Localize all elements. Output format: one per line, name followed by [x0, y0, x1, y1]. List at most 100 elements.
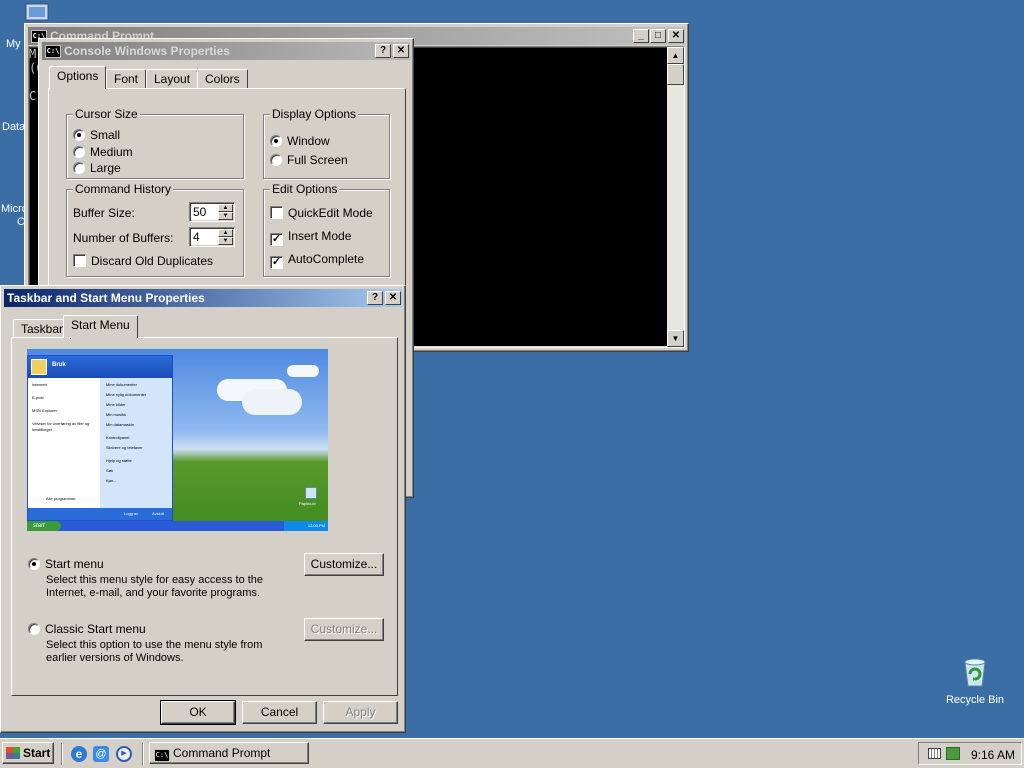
num-buffers-label: Number of Buffers:: [73, 231, 174, 245]
classic-customize-button[interactable]: Customize...: [304, 618, 384, 641]
radio-label: Start menu: [45, 557, 104, 571]
spinner-value[interactable]: 4: [193, 230, 200, 244]
radio-window[interactable]: Window: [270, 134, 330, 148]
console-properties-titlebar[interactable]: C:\ Console Windows Properties ? ✕: [42, 42, 410, 60]
radio-start-menu[interactable]: Start menu: [28, 557, 104, 571]
preview-left-column: Internett E-post MSN Explorer Veiviser f…: [32, 382, 96, 433]
taskbar-properties-dialog[interactable]: Taskbar and Start Menu Properties ? ✕ Ta…: [0, 285, 406, 733]
spin-up-icon[interactable]: ▲: [218, 229, 233, 237]
help-button[interactable]: ?: [367, 291, 383, 305]
insert-mode-checkbox[interactable]: ✓ Insert Mode: [270, 229, 351, 246]
radio-full-screen[interactable]: Full Screen: [270, 153, 348, 167]
help-button[interactable]: ?: [375, 44, 391, 58]
radio-button[interactable]: [270, 135, 282, 147]
customize-button[interactable]: Customize...: [304, 553, 384, 576]
preview-tray: 12:00 PM: [284, 521, 328, 531]
close-button[interactable]: ✕: [393, 44, 409, 58]
radio-medium[interactable]: Medium: [73, 145, 133, 159]
preview-item: Kontrollpanel: [106, 435, 130, 440]
checkbox[interactable]: ✓: [270, 233, 283, 246]
cloud-shape: [242, 389, 302, 415]
tab-layout[interactable]: Layout: [146, 69, 199, 89]
checkbox[interactable]: ✓: [270, 256, 283, 269]
description-line: Select this option to use the menu style…: [46, 639, 263, 651]
checkbox-label: Insert Mode: [288, 229, 352, 243]
scroll-down-button[interactable]: ▼: [667, 330, 684, 347]
close-button[interactable]: ✕: [668, 29, 684, 43]
radio-button[interactable]: [28, 623, 40, 635]
start-button[interactable]: Start: [2, 742, 54, 764]
dialog-title: Taskbar and Start Menu Properties: [7, 291, 205, 305]
desktop-icon-recycle-bin[interactable]: Recycle Bin: [942, 656, 1008, 708]
cmd-icon: C:\: [154, 749, 170, 762]
radio-classic-start-menu[interactable]: Classic Start menu: [28, 622, 146, 636]
description-line: earlier versions of Windows.: [46, 652, 184, 664]
preview-item: Min datamaskin: [106, 422, 135, 427]
spinner-value[interactable]: 50: [193, 205, 206, 219]
radio-label: Large: [90, 161, 121, 175]
preview-start-label: start: [33, 523, 45, 529]
discard-duplicates-checkbox[interactable]: Discard Old Duplicates: [73, 254, 213, 268]
keyboard-icon[interactable]: [928, 748, 941, 759]
minimize-button[interactable]: _: [633, 29, 649, 43]
autocomplete-checkbox[interactable]: ✓ AutoComplete: [270, 252, 364, 269]
preview-shutdown: Avslutt: [152, 511, 164, 516]
radio-button[interactable]: [270, 154, 282, 166]
scroll-thumb[interactable]: [667, 64, 684, 85]
preview-item: Kjør...: [106, 478, 117, 483]
tab-options[interactable]: Options: [49, 66, 107, 89]
ie-icon[interactable]: e: [71, 746, 87, 762]
cloud-shape: [287, 365, 319, 377]
task-command-prompt[interactable]: C:\ Command Prompt: [149, 742, 309, 764]
apply-button[interactable]: Apply: [323, 701, 398, 724]
system-tray: 9:16 AM: [918, 742, 1022, 765]
radio-button[interactable]: [28, 558, 40, 570]
scroll-up-button[interactable]: ▲: [667, 47, 684, 64]
preview-logoff: Logg av: [124, 511, 139, 516]
desktop-icon-my-computer[interactable]: [22, 2, 54, 24]
dialog-title: Console Windows Properties: [64, 44, 230, 58]
network-icon[interactable]: [946, 747, 960, 760]
radio-large[interactable]: Large: [73, 161, 121, 175]
close-button[interactable]: ✕: [385, 291, 401, 305]
group-label: Display Options: [270, 107, 359, 121]
buffer-size-label: Buffer Size:: [73, 206, 135, 220]
tab-colors[interactable]: Colors: [197, 69, 248, 89]
checkbox[interactable]: [270, 206, 283, 219]
spin-up-icon[interactable]: ▲: [218, 204, 233, 212]
radio-button[interactable]: [73, 146, 85, 158]
preview-item: Hjelp og støtte: [106, 458, 132, 463]
preview-right-column: Mine dokumenter Mine nylig dokumenter Mi…: [100, 378, 172, 520]
num-buffers-spinner[interactable]: 4 ▲ ▼: [189, 227, 235, 247]
maximize-button[interactable]: □: [650, 29, 666, 43]
start-label: Start: [23, 746, 51, 760]
checkbox[interactable]: [73, 254, 86, 267]
user-avatar: [31, 359, 47, 375]
preview-start-button: start: [27, 521, 61, 531]
quick-launch-separator: [61, 743, 63, 765]
checkbox-label: Discard Old Duplicates: [91, 254, 214, 268]
preview-item: MSN Explorer: [32, 408, 57, 413]
radio-label: Window: [287, 134, 330, 148]
windows-logo-icon: [6, 747, 20, 759]
group-label: Command History: [73, 182, 174, 196]
spin-down-icon[interactable]: ▼: [218, 212, 233, 220]
tab-font[interactable]: Font: [106, 69, 147, 89]
ok-button[interactable]: OK: [160, 700, 236, 725]
media-player-icon[interactable]: ▶: [116, 746, 132, 762]
buffer-size-spinner[interactable]: 50 ▲ ▼: [189, 202, 235, 222]
vertical-scrollbar[interactable]: ▲ ▼: [667, 47, 684, 347]
recycle-bin-icon: [964, 658, 986, 687]
quickedit-checkbox[interactable]: QuickEdit Mode: [270, 206, 373, 220]
radio-button[interactable]: [73, 129, 85, 141]
cancel-button[interactable]: Cancel: [242, 701, 317, 724]
clock[interactable]: 9:16 AM: [971, 748, 1015, 762]
radio-button[interactable]: [73, 162, 85, 174]
start-menu-tab-panel: Papirkurv Bruk Internett E-post MSN Expl…: [11, 337, 398, 696]
tab-start-menu[interactable]: Start Menu: [63, 315, 138, 338]
spin-down-icon[interactable]: ▼: [218, 237, 233, 245]
radio-small[interactable]: Small: [73, 128, 120, 142]
taskbar-properties-titlebar[interactable]: Taskbar and Start Menu Properties ? ✕: [4, 289, 402, 307]
radio-label: Full Screen: [287, 153, 348, 167]
outlook-express-icon[interactable]: @: [93, 746, 109, 762]
